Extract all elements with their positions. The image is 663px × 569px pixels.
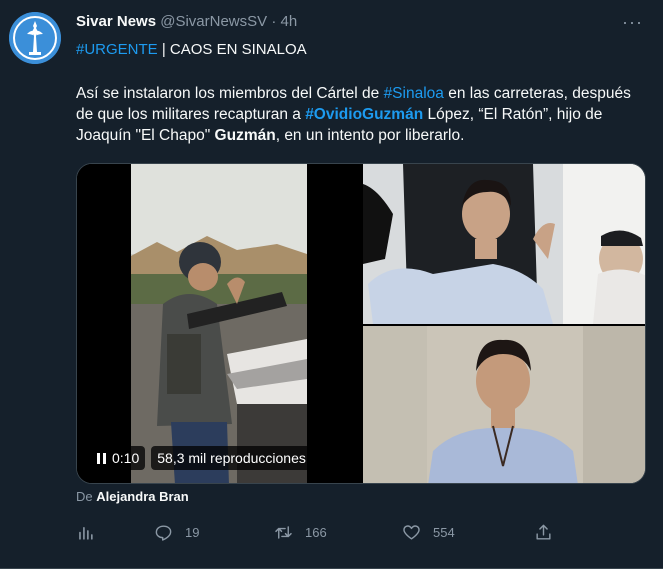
- body-text-1: Así se instalaron los miembros del Cárte…: [76, 85, 384, 102]
- like-icon: [403, 524, 420, 540]
- body-text-4: , en un intento por liberarlo.: [275, 127, 465, 144]
- video-player[interactable]: 0:10 58,3 mil reproducciones: [77, 164, 361, 483]
- tweet-body: Así se instalaron los miembros del Cárte…: [76, 83, 646, 146]
- pause-icon[interactable]: [97, 452, 106, 464]
- separator-dot: ·: [271, 13, 277, 30]
- photo-arrest: [363, 164, 645, 324]
- retweet-icon: [275, 525, 292, 539]
- hashtag-urgente[interactable]: #URGENTE: [76, 41, 158, 58]
- photo-mugshot: [363, 326, 645, 483]
- video-time: 0:10: [112, 450, 140, 466]
- credit-author[interactable]: Alejandra Bran: [96, 489, 188, 504]
- photo-bottom-right[interactable]: [363, 326, 645, 483]
- retweet-count: 166: [305, 524, 327, 540]
- tweet-header: Sivar News @SivarNewsSV · 4h: [76, 12, 297, 32]
- share-icon: [536, 524, 551, 540]
- tweet-time[interactable]: 4h: [280, 13, 297, 30]
- body-bold-name: Guzmán: [214, 127, 276, 144]
- hashtag-ovidio[interactable]: #OvidioGuzmán: [305, 106, 423, 123]
- reply-button[interactable]: 19: [154, 521, 199, 543]
- like-button[interactable]: 554: [402, 521, 455, 543]
- author-handle[interactable]: @SivarNewsSV: [160, 13, 267, 30]
- hashtag-sinaloa[interactable]: #Sinaloa: [384, 85, 444, 102]
- credit-prefix: De: [76, 489, 97, 504]
- author-name[interactable]: Sivar News: [76, 13, 156, 30]
- more-icon[interactable]: ···: [622, 12, 643, 33]
- video-controls: 0:10 58,3 mil reproducciones: [91, 446, 312, 470]
- video-time-pill[interactable]: 0:10: [91, 446, 146, 470]
- analytics-button[interactable]: [76, 521, 95, 543]
- tweet-headline: #URGENTE | CAOS EN SINALOA: [76, 40, 307, 60]
- avatar-logo: [9, 12, 61, 64]
- reply-icon: [155, 524, 172, 541]
- retweet-button[interactable]: 166: [274, 521, 327, 543]
- video-views-pill: 58,3 mil reproducciones: [151, 446, 312, 470]
- headline-text: | CAOS EN SINALOA: [157, 41, 307, 58]
- analytics-icon: [79, 526, 93, 540]
- reply-count: 19: [185, 524, 200, 540]
- tweet[interactable]: Sivar News @SivarNewsSV · 4h ··· #URGENT…: [0, 0, 663, 569]
- video-frame: [77, 164, 361, 483]
- like-count: 554: [433, 524, 455, 540]
- photo-top-right[interactable]: [363, 164, 645, 324]
- share-button[interactable]: [534, 521, 553, 543]
- action-bar: 19 166 554: [76, 521, 576, 543]
- avatar[interactable]: [9, 12, 61, 64]
- media-credit: De Alejandra Bran: [76, 489, 189, 505]
- media-grid[interactable]: 0:10 58,3 mil reproducciones: [76, 163, 646, 484]
- video-views: 58,3 mil reproducciones: [157, 450, 306, 466]
